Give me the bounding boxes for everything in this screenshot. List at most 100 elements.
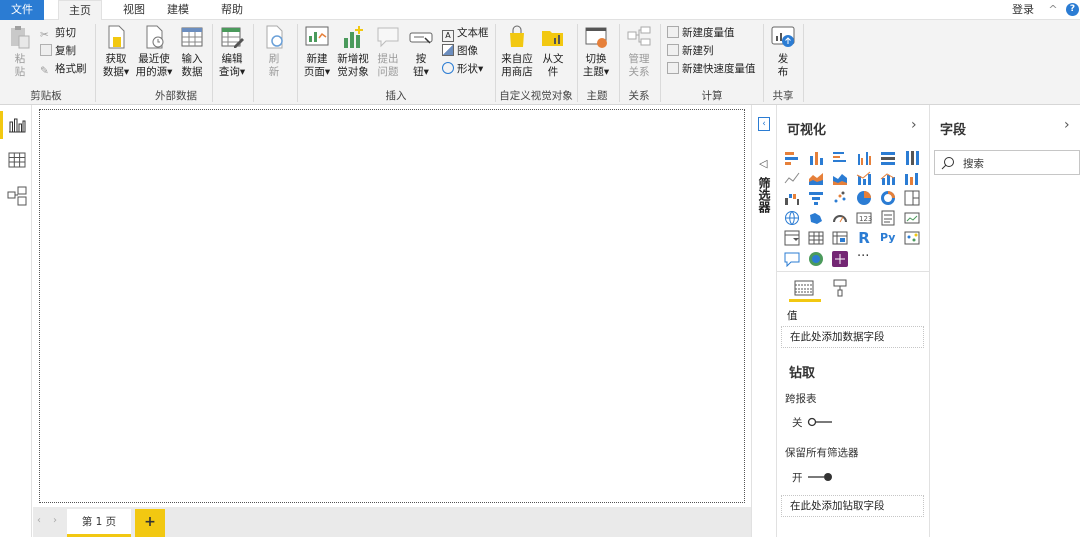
new-page-button[interactable]: 新建 页面▾ [301,24,333,79]
stacked-bar-icon[interactable] [784,150,800,166]
group-relationships: 关系 [628,90,650,102]
100-column-icon[interactable] [904,150,920,166]
fields-search-box[interactable]: 搜索 [934,150,1080,175]
bar-chart-icon [344,26,363,48]
new-quick-measure-button[interactable]: 新建快速度量值 [667,61,756,77]
qa-visual-icon[interactable] [784,251,800,268]
get-data-button[interactable]: 获取 数据▾ [100,24,132,79]
login-link[interactable]: 登录 [1006,0,1040,20]
tab-modeling[interactable]: 建模 [158,0,198,20]
from-marketplace-button[interactable]: 来自应 用商店 [499,24,535,79]
custom-visual-icon[interactable] [832,251,848,267]
values-label: 值 [787,310,798,322]
next-page-icon[interactable]: › [53,515,63,529]
map-icon[interactable] [784,210,800,226]
filters-label[interactable]: 筛选器 [757,177,771,213]
filled-map-icon[interactable] [808,210,824,226]
copy-button[interactable]: 复制 [40,43,76,59]
format-painter-button[interactable]: ✎ 格式刷 [40,61,87,77]
quick-measure-icon [667,62,679,74]
stacked-area-icon[interactable] [832,170,848,186]
add-page-button[interactable]: + [135,509,165,537]
waterfall-icon[interactable] [784,190,800,206]
edit-queries-button[interactable]: 编辑 查询▾ [216,24,248,79]
tab-help[interactable]: 帮助 [212,0,252,20]
model-view-icon[interactable] [6,185,28,207]
gauge-icon[interactable] [832,210,848,226]
collapse-ribbon-icon[interactable]: ^ [1046,0,1060,20]
tab-view[interactable]: 视图 [114,0,154,20]
format-painter-label: 格式刷 [55,63,87,75]
scatter-icon[interactable] [832,190,848,206]
shapes-label: 形状▾ [457,63,484,75]
paste-button[interactable]: 粘 贴 [6,24,34,79]
table-icon [181,27,203,47]
cross-report-toggle[interactable] [807,417,833,427]
recent-sources-button[interactable]: 最近使 用的源▾ [135,24,173,79]
kpi-icon[interactable] [904,210,920,226]
matrix-icon[interactable] [832,230,848,246]
new-measure-button[interactable]: 新建度量值 [667,25,735,41]
collapse-pane-icon[interactable]: ‹ [758,117,770,131]
100-bar-icon[interactable] [880,150,896,166]
card-icon[interactable]: 123 [856,210,872,226]
manage-relationships-button[interactable]: 管理 关系 [623,24,655,79]
data-view-icon[interactable] [6,149,28,171]
image-button[interactable]: 图像 [442,43,478,59]
divider [777,271,930,272]
publish-button[interactable]: 发 布 [767,24,799,79]
fields-tab-icon[interactable] [794,280,814,296]
from-file-button[interactable]: 从文 件 [538,24,568,79]
paste-label: 粘 贴 [14,53,26,78]
format-tab-icon[interactable] [832,279,848,297]
new-visual-button[interactable]: 新增视 觉对象 [335,24,371,79]
stacked-column-icon[interactable] [808,150,824,166]
arcgis-map-icon[interactable] [808,251,824,267]
area-chart-icon[interactable] [808,170,824,186]
key-influencers-icon[interactable] [904,230,920,246]
clustered-bar-icon[interactable] [832,150,848,166]
filters-pane-collapsed: ‹ ◁ 筛选器 [751,105,776,537]
report-view-icon[interactable] [6,114,28,136]
keep-all-filters-toggle[interactable] [807,472,833,482]
buttons-button[interactable]: 按 钮▾ [407,24,435,79]
cut-button[interactable]: ✂ 剪切 [40,25,76,41]
donut-chart-icon[interactable] [880,190,896,206]
drillthrough-drop-zone[interactable]: 在此处添加钻取字段 [781,495,924,517]
line-column-icon[interactable] [856,170,872,186]
clustered-column-icon[interactable] [856,150,872,166]
column-icon [667,44,679,56]
prev-page-icon[interactable]: ‹ [37,515,47,529]
treemap-icon[interactable] [904,190,920,206]
collapse-fields-icon[interactable]: › [1064,117,1070,133]
pie-chart-icon[interactable] [856,190,872,206]
line-chart-icon[interactable] [784,170,800,186]
ribbon-chart-icon[interactable] [904,170,920,186]
image-label: 图像 [457,45,478,57]
get-data-label: 获取 数据▾ [102,53,130,78]
enter-data-button[interactable]: 输入 数据 [177,24,207,79]
r-visual-icon[interactable]: R [856,230,872,246]
switch-theme-button[interactable]: 切换 主题▾ [580,24,612,79]
more-visuals-icon[interactable]: ··· [857,249,869,264]
textbox-icon: A [442,30,454,42]
funnel-icon[interactable] [808,190,824,206]
shapes-button[interactable]: 形状▾ [442,61,483,77]
line-stacked-column-icon[interactable] [880,170,896,186]
report-canvas[interactable] [39,109,745,503]
new-column-button[interactable]: 新建列 [667,43,714,59]
slicer-icon[interactable] [784,230,800,246]
python-visual-icon[interactable]: Py [880,230,900,246]
tab-file[interactable]: 文件 [0,0,44,20]
ask-question-button[interactable]: 提出 问题 [373,24,403,79]
help-icon[interactable]: ? [1066,3,1079,16]
collapse-visualizations-icon[interactable]: › [911,117,917,133]
table-visual-icon[interactable] [808,230,824,246]
group-insert: 插入 [385,90,407,102]
refresh-button[interactable]: 刷 新 [260,24,288,79]
values-drop-zone[interactable]: 在此处添加数据字段 [781,326,924,348]
tab-home[interactable]: 主页 [58,0,102,21]
page-tab-1[interactable]: 第 1 页 [67,509,131,537]
multi-row-card-icon[interactable] [880,210,896,226]
textbox-button[interactable]: A 文本框 [442,25,489,42]
